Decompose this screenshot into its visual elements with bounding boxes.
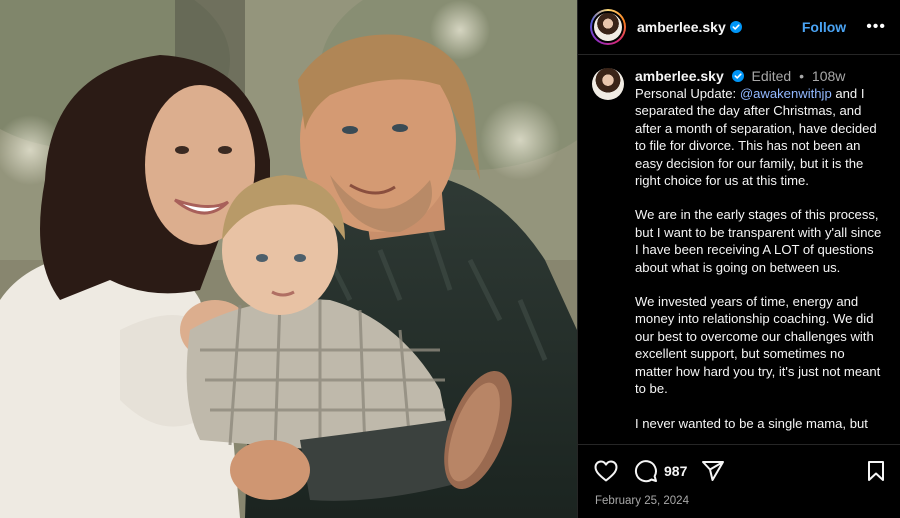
verified-badge-icon [731, 70, 744, 82]
edited-label: Edited [751, 68, 792, 84]
heart-icon[interactable] [594, 460, 618, 482]
caption-paragraph-1: Personal Update: @awakenwithjp and I sep… [635, 85, 884, 189]
author-avatar[interactable] [590, 9, 626, 45]
family-photo-illustration [0, 0, 577, 518]
action-row: 987 [594, 459, 886, 483]
caption-meta: amberlee.sky Edited • 108w [635, 68, 884, 85]
caption-paragraph-4: I never wanted to be a single mama, but [635, 415, 868, 431]
caption-username[interactable]: amberlee.sky [635, 68, 724, 84]
post-side-panel: amberlee.sky Follow ••• amberlee.sky Edi… [577, 0, 900, 518]
meta-separator: • [795, 68, 808, 84]
avatar-image [592, 68, 624, 100]
caption-prefix: Personal Update: [635, 86, 740, 101]
caption-paragraph-3: We invested years of time, energy and mo… [635, 294, 881, 397]
post-date[interactable]: February 25, 2024 [595, 495, 886, 507]
caption-author-avatar[interactable] [592, 68, 624, 100]
verified-badge-icon [729, 21, 742, 33]
caption-scroll-area[interactable]: amberlee.sky Edited • 108w Personal Upda… [578, 56, 900, 444]
instagram-post-view: amberlee.sky Follow ••• amberlee.sky Edi… [0, 0, 900, 518]
paper-plane-icon[interactable] [701, 460, 725, 482]
post-header: amberlee.sky Follow ••• [578, 0, 900, 55]
comment-count: 987 [664, 463, 688, 479]
bookmark-icon[interactable] [866, 460, 886, 482]
follow-button[interactable]: Follow [802, 19, 846, 35]
caption-body: amberlee.sky Edited • 108w Personal Upda… [635, 68, 884, 444]
comment-bubble-icon[interactable] [634, 459, 658, 483]
action-bar: 987 February 25, 2024 [578, 444, 900, 518]
header-username[interactable]: amberlee.sky [637, 19, 726, 35]
more-options-icon[interactable]: ••• [866, 18, 886, 36]
post-age[interactable]: 108w [812, 68, 845, 84]
post-photo[interactable] [0, 0, 577, 518]
caption-lead-text: and I separated the day after Christmas,… [635, 86, 877, 189]
avatar-image [592, 11, 624, 43]
caption-paragraph-2: We are in the early stages of this proce… [635, 207, 882, 275]
mention-link[interactable]: @awakenwithjp [740, 86, 832, 101]
